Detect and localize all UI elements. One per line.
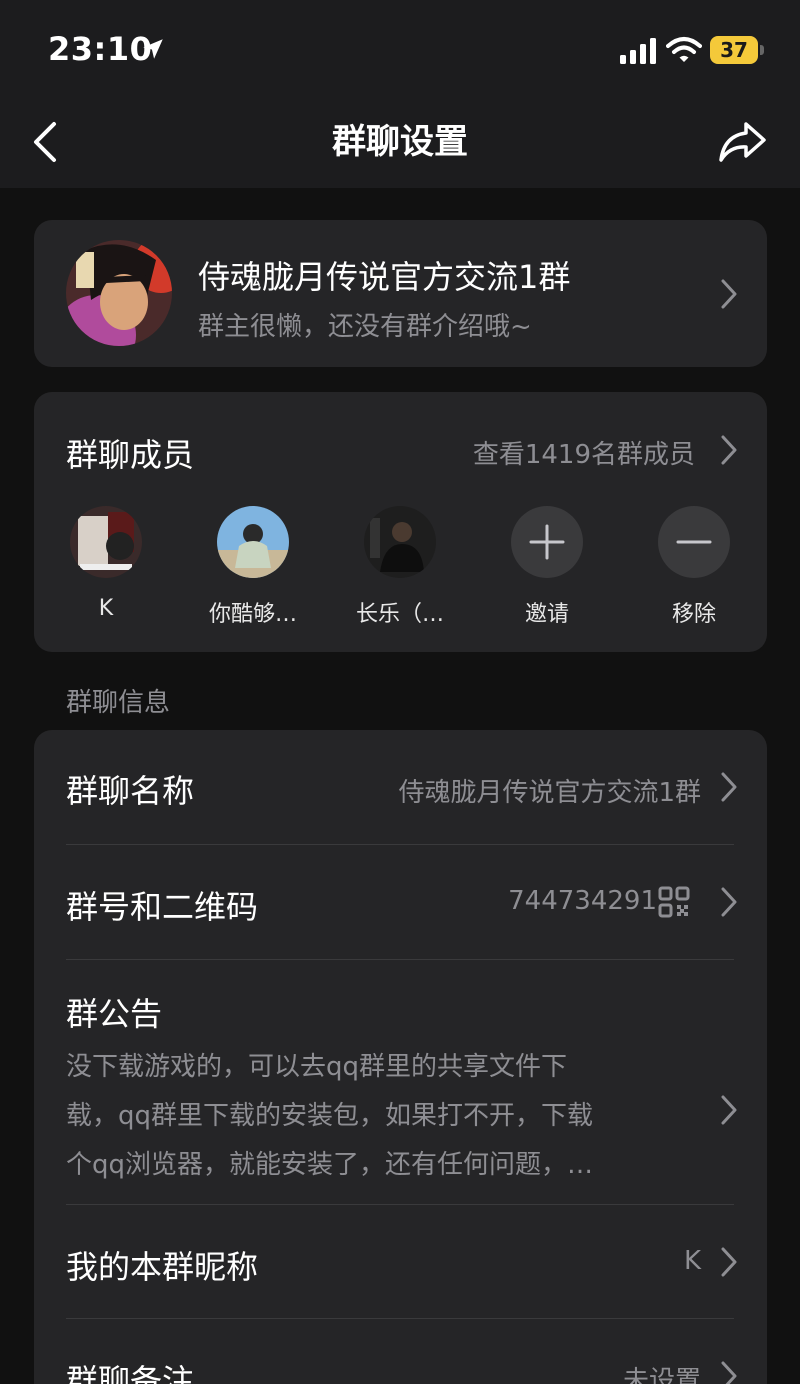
member-avatar — [70, 506, 142, 578]
remove-label: 移除 — [671, 602, 716, 627]
group-notice-row[interactable]: 群公告 没下载游戏的，可以去qq群里的共享文件下 载，qq群里下载的安装包，如果… — [34, 959, 767, 1204]
chevron-right-icon[interactable] — [720, 434, 738, 466]
notice-line: 载，qq群里下载的安装包，如果打不开，下载 — [66, 1101, 594, 1131]
share-arrow-icon[interactable] — [716, 118, 768, 166]
member-avatar — [364, 506, 436, 578]
group-name: 侍魂胧月传说官方交流1群 — [198, 258, 571, 296]
nav-bar: 群聊设置 — [0, 100, 800, 188]
group-description: 群主很懒，还没有群介绍哦~ — [198, 312, 532, 342]
group-name-row[interactable]: 群聊名称 侍魂胧月传说官方交流1群 — [34, 730, 767, 844]
member-avatar — [217, 506, 289, 578]
member-name: 长乐（… — [355, 602, 444, 627]
chevron-right-icon — [721, 772, 737, 802]
member-item[interactable]: K — [46, 506, 166, 621]
plus-icon — [511, 506, 583, 578]
chevron-right-icon — [721, 279, 737, 309]
group-avatar — [66, 240, 172, 346]
member-item[interactable]: 长乐（… — [340, 506, 460, 628]
group-name-label: 群聊名称 — [66, 772, 195, 810]
group-remark-row[interactable]: 群聊备注 未设置 — [34, 1318, 767, 1384]
status-bar: 23:10 37 — [0, 0, 800, 100]
group-notice-label: 群公告 — [66, 995, 163, 1033]
member-name: K — [98, 596, 114, 621]
group-info-card: 群聊名称 侍魂胧月传说官方交流1群 群号和二维码 744734291 群公告 没… — [34, 730, 767, 1384]
location-arrow-icon — [143, 39, 163, 59]
my-nickname-row[interactable]: 我的本群昵称 K — [34, 1204, 767, 1318]
members-card: 群聊成员 查看1419名群成员 K 你酷够… 长乐（… 邀请 移除 — [34, 392, 767, 652]
page-title: 群聊设置 — [332, 122, 468, 162]
chevron-right-icon — [721, 1095, 737, 1125]
chevron-right-icon — [721, 887, 737, 917]
minus-icon — [658, 506, 730, 578]
notice-line: 没下载游戏的，可以去qq群里的共享文件下 — [66, 1052, 568, 1082]
wifi-icon — [666, 37, 702, 62]
group-id-label: 群号和二维码 — [66, 888, 259, 926]
group-notice-text: 没下载游戏的，可以去qq群里的共享文件下 载，qq群里下载的安装包，如果打不开，… — [66, 1043, 686, 1190]
member-item[interactable]: 你酷够… — [193, 506, 313, 628]
chevron-right-icon — [721, 1361, 737, 1384]
remove-member-button[interactable]: 移除 — [634, 506, 754, 628]
battery-level: 37 — [710, 36, 758, 64]
my-nickname-value: K — [683, 1246, 701, 1276]
my-nickname-label: 我的本群昵称 — [66, 1248, 259, 1286]
view-all-members-link[interactable]: 查看1419名群成员 — [473, 434, 695, 471]
signal-icon — [620, 38, 656, 64]
battery-icon: 37 — [710, 36, 764, 66]
chevron-right-icon — [721, 1247, 737, 1277]
group-id-qr-row[interactable]: 群号和二维码 744734291 — [34, 844, 767, 960]
qr-code-icon — [658, 886, 690, 918]
section-label-group-info: 群聊信息 — [66, 688, 171, 718]
members-title: 群聊成员 — [66, 436, 195, 474]
notice-line: 个qq浏览器，就能安装了，还有任何问题，… — [66, 1150, 594, 1180]
invite-label: 邀请 — [524, 602, 569, 627]
invite-member-button[interactable]: 邀请 — [487, 506, 607, 628]
group-profile-card[interactable]: 侍魂胧月传说官方交流1群 群主很懒，还没有群介绍哦~ — [34, 220, 767, 367]
group-name-value: 侍魂胧月传说官方交流1群 — [398, 778, 701, 808]
group-remark-value: 未设置 — [622, 1366, 701, 1384]
member-name: 你酷够… — [208, 602, 297, 627]
status-time: 23:10 — [48, 30, 153, 68]
group-remark-label: 群聊备注 — [66, 1362, 195, 1384]
group-id-value: 744734291 — [508, 886, 657, 916]
